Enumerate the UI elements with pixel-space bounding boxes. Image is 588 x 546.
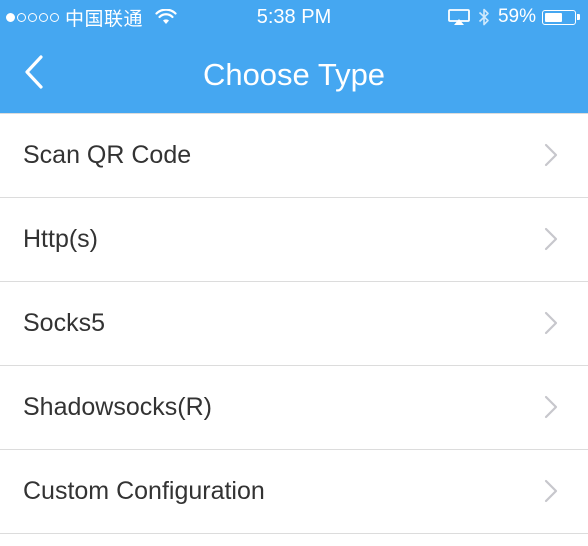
nav-bar: Choose Type [0, 34, 588, 113]
list-item-shadowsocks[interactable]: Shadowsocks(R) [0, 366, 588, 450]
chevron-right-icon [544, 227, 558, 251]
chevron-right-icon [544, 395, 558, 419]
battery-fill [545, 12, 562, 22]
page-title: Choose Type [202, 57, 386, 92]
battery-body [542, 9, 576, 25]
chevron-right-icon [544, 143, 558, 167]
list-item-label: Custom Configuration [23, 477, 265, 505]
list-item-socks5[interactable]: Socks5 [0, 282, 588, 366]
list-item-label: Http(s) [23, 225, 98, 253]
list-item-custom-configuration[interactable]: Custom Configuration [0, 450, 588, 534]
list-item-label: Socks5 [23, 309, 105, 337]
list-item-https[interactable]: Http(s) [0, 198, 588, 282]
status-bar: 中国联通 5:38 PM 59% [0, 0, 588, 34]
type-list: Scan QR Code Http(s) Socks5 Shadowsocks(… [0, 113, 588, 534]
chevron-right-icon [544, 479, 558, 503]
header: 中国联通 5:38 PM 59% Choose Type [0, 0, 588, 113]
battery-percent: 59% [497, 6, 536, 27]
chevron-right-icon [544, 311, 558, 335]
battery-icon [542, 9, 580, 25]
list-item-scan-qr-code[interactable]: Scan QR Code [0, 113, 588, 198]
list-item-label: Shadowsocks(R) [23, 393, 212, 421]
battery-tip [577, 14, 580, 20]
airplay-icon [448, 9, 470, 25]
status-right: 59% [448, 5, 580, 29]
list-item-label: Scan QR Code [23, 141, 192, 169]
bluetooth-icon [478, 7, 490, 27]
app-screen: 中国联通 5:38 PM 59% Choose Type Scan QR Cod… [0, 0, 588, 546]
